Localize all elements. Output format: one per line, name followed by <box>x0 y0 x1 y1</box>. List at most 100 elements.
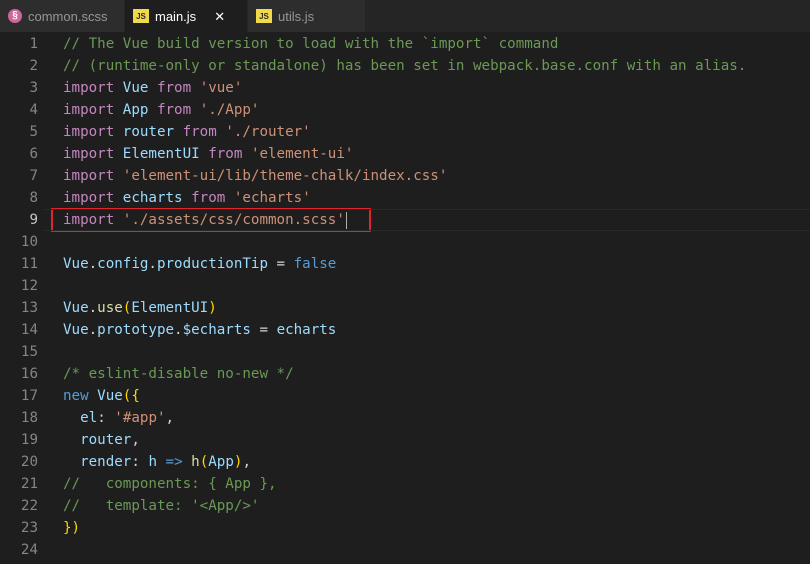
code-token: Vue <box>97 388 123 404</box>
line-number: 12 <box>20 278 38 294</box>
line-number: 22 <box>20 498 38 514</box>
code-token: => <box>165 454 183 470</box>
code-token: from <box>156 102 192 118</box>
code-line[interactable]: 17 new Vue({ <box>0 385 810 407</box>
code-token: from <box>208 146 243 162</box>
code-line[interactable]: 18 el: '#app', <box>0 407 810 429</box>
code-line[interactable]: 3 import Vue from 'vue' <box>0 77 810 99</box>
code-text: import './assets/css/common.scss' <box>63 209 347 231</box>
code-text: Vue.use(ElementUI) <box>63 297 217 319</box>
code-token: = <box>268 256 294 272</box>
code-token: : <box>97 410 115 426</box>
code-token: // components: { App }, <box>63 476 277 492</box>
line-number: 3 <box>29 80 38 96</box>
js-icon: JS <box>133 9 149 23</box>
code-token: 'vue' <box>199 80 243 96</box>
code-token: import <box>63 190 115 206</box>
code-line[interactable]: 15 <box>0 341 810 363</box>
code-line[interactable]: 21 // components: { App }, <box>0 473 810 495</box>
js-icon: JS <box>256 9 272 23</box>
code-line[interactable]: 1 // The Vue build version to load with t… <box>0 33 810 55</box>
code-line[interactable]: 2 // (runtime-only or standalone) has bee… <box>0 55 810 77</box>
code-line[interactable]: 13 Vue.use(ElementUI) <box>0 297 810 319</box>
code-text: Vue.prototype.$echarts = echarts <box>63 319 336 341</box>
code-token: // (runtime-only or standalone) has been… <box>63 58 747 74</box>
line-number: 15 <box>20 344 38 360</box>
code-token: Vue <box>63 300 89 316</box>
text-cursor <box>345 211 347 229</box>
code-line[interactable]: 10 <box>0 231 810 253</box>
code-token: App <box>208 454 234 470</box>
tab-common-scss[interactable]: § common.scss <box>0 0 125 32</box>
code-text: render: h => h(App), <box>63 451 251 473</box>
code-line[interactable]: 19 router, <box>0 429 810 451</box>
code-text: import App from './App' <box>63 99 259 121</box>
line-number: 16 <box>20 366 38 382</box>
code-line[interactable]: 4 import App from './App' <box>0 99 810 121</box>
tab-utils-js[interactable]: JS utils.js <box>248 0 366 32</box>
code-line[interactable]: 7 import 'element-ui/lib/theme-chalk/inde… <box>0 165 810 187</box>
code-token: : <box>131 454 149 470</box>
code-line[interactable]: 14 Vue.prototype.$echarts = echarts <box>0 319 810 341</box>
code-token: $echarts <box>182 322 251 338</box>
code-token: from <box>182 124 217 140</box>
line-number: 23 <box>20 520 38 536</box>
code-line[interactable]: 6 import ElementUI from 'element-ui' <box>0 143 810 165</box>
code-token: 'element-ui' <box>250 146 354 162</box>
code-token: Vue <box>122 80 149 96</box>
code-line[interactable]: 9 import './assets/css/common.scss' <box>0 209 810 231</box>
tab-main-js[interactable]: JS main.js ✕ <box>125 0 248 32</box>
code-token: ({ <box>122 388 140 404</box>
code-token: . <box>148 256 157 272</box>
code-line[interactable]: 5 import router from './router' <box>0 121 810 143</box>
code-line[interactable]: 16 /* eslint-disable no-new */ <box>0 363 810 385</box>
code-token: el <box>80 410 98 426</box>
code-token: Vue <box>63 256 89 272</box>
close-icon[interactable]: ✕ <box>214 10 225 23</box>
line-number: 10 <box>20 234 38 250</box>
code-line[interactable]: 24 <box>0 539 810 561</box>
code-token: Vue <box>63 322 89 338</box>
code-token: h <box>148 454 157 470</box>
code-token: productionTip <box>156 256 269 272</box>
code-line[interactable]: 8 import echarts from 'echarts' <box>0 187 810 209</box>
code-line[interactable]: 12 <box>0 275 810 297</box>
code-line[interactable]: 23}) <box>0 517 810 539</box>
line-number: 9 <box>29 212 38 228</box>
code-token: from <box>156 80 192 96</box>
code-text: el: '#app', <box>63 407 174 429</box>
code-text: new Vue({ <box>63 385 140 407</box>
line-number: 17 <box>20 388 38 404</box>
line-number: 14 <box>20 322 38 338</box>
code-line[interactable]: 20 render: h => h(App), <box>0 451 810 473</box>
code-token: // template: '<App/>' <box>63 498 260 514</box>
code-line[interactable]: 11 Vue.config.productionTip = false <box>0 253 810 275</box>
code-token: prototype <box>97 322 175 338</box>
code-token: , <box>131 432 140 448</box>
line-number: 2 <box>29 58 38 74</box>
line-number: 1 <box>29 36 38 52</box>
code-token: import <box>63 124 115 140</box>
code-line[interactable]: 22 // template: '<App/>' <box>0 495 810 517</box>
line-number: 21 <box>20 476 38 492</box>
code-token: , <box>242 454 251 470</box>
line-number: 6 <box>29 146 38 162</box>
code-token: ElementUI <box>131 300 209 316</box>
tab-label: main.js <box>155 8 197 24</box>
code-editor[interactable]: 1 // The Vue build version to load with t… <box>0 33 810 561</box>
code-token: ( <box>199 454 209 470</box>
code-text: import ElementUI from 'element-ui' <box>63 143 353 165</box>
